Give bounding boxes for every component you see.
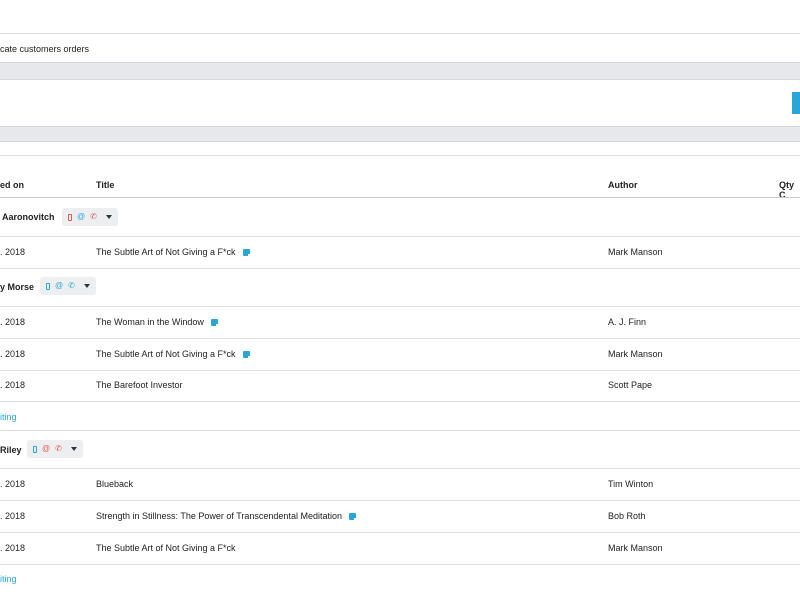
table-row-date: . 2018 bbox=[0, 317, 26, 327]
table-row-date: . 2018 bbox=[0, 511, 26, 521]
book-title[interactable]: The Subtle Art of Not Giving a F*ck bbox=[96, 543, 236, 553]
chevron-down-icon[interactable] bbox=[70, 447, 77, 451]
book-title[interactable]: The Subtle Art of Not Giving a F*ck bbox=[96, 349, 236, 359]
table-row-author: Mark Manson bbox=[608, 543, 663, 553]
row-divider bbox=[0, 468, 800, 469]
row-divider bbox=[0, 370, 800, 371]
column-header-author[interactable]: Author bbox=[608, 180, 638, 190]
page-subtitle: cate customers orders bbox=[0, 44, 90, 54]
section-band-2 bbox=[0, 126, 800, 142]
table-row-title[interactable]: Strength in Stillness: The Power of Tran… bbox=[96, 511, 356, 521]
table-row-author: A. J. Finn bbox=[608, 317, 647, 327]
column-header-title[interactable]: Title bbox=[96, 180, 114, 190]
row-divider bbox=[0, 532, 800, 533]
chevron-down-icon[interactable] bbox=[105, 215, 112, 219]
top-divider bbox=[0, 33, 800, 34]
mobile-icon[interactable] bbox=[68, 213, 72, 221]
column-header-ordered-on[interactable]: ed on bbox=[0, 180, 24, 190]
contact-menu-button[interactable]: @ ✆ bbox=[27, 440, 83, 458]
table-top-divider bbox=[0, 155, 800, 156]
mobile-icon[interactable] bbox=[33, 445, 37, 453]
edit-link[interactable]: iting bbox=[0, 412, 17, 422]
book-title[interactable]: Blueback bbox=[96, 479, 133, 489]
table-row-author: Mark Manson bbox=[608, 349, 663, 359]
customer-name: y Morse bbox=[0, 282, 35, 292]
edit-link[interactable]: iting bbox=[0, 574, 17, 584]
table-row-date: . 2018 bbox=[0, 479, 26, 489]
table-row-title[interactable]: Blueback bbox=[96, 479, 133, 489]
email-icon[interactable]: @ bbox=[77, 213, 85, 221]
table-row-title[interactable]: The Subtle Art of Not Giving a F*ck bbox=[96, 247, 250, 257]
note-icon[interactable] bbox=[348, 513, 356, 520]
note-icon[interactable] bbox=[242, 351, 250, 358]
customer-name: Riley bbox=[0, 445, 22, 455]
contact-menu-button[interactable]: @ ✆ bbox=[62, 208, 118, 226]
row-divider bbox=[0, 236, 800, 237]
book-title[interactable]: The Subtle Art of Not Giving a F*ck bbox=[96, 247, 236, 257]
phone-icon[interactable]: ✆ bbox=[90, 213, 97, 221]
table-row-title[interactable]: The Subtle Art of Not Giving a F*ck bbox=[96, 349, 250, 359]
email-icon[interactable]: @ bbox=[55, 282, 63, 290]
header-divider bbox=[0, 197, 800, 198]
primary-action-button[interactable] bbox=[792, 92, 800, 114]
note-icon[interactable] bbox=[210, 319, 218, 326]
row-divider bbox=[0, 306, 800, 307]
table-row-title[interactable]: The Woman in the Window bbox=[96, 317, 218, 327]
email-icon[interactable]: @ bbox=[42, 445, 50, 453]
phone-icon[interactable]: ✆ bbox=[55, 445, 62, 453]
table-row-author: Scott Pape bbox=[608, 380, 653, 390]
row-divider bbox=[0, 430, 800, 431]
row-divider bbox=[0, 338, 800, 339]
mobile-icon[interactable] bbox=[46, 282, 50, 290]
book-title[interactable]: The Barefoot Investor bbox=[96, 380, 183, 390]
table-row-date: . 2018 bbox=[0, 543, 26, 553]
row-divider bbox=[0, 500, 800, 501]
table-row-date: . 2018 bbox=[0, 349, 26, 359]
table-row-date: . 2018 bbox=[0, 247, 26, 257]
note-icon[interactable] bbox=[242, 249, 250, 256]
phone-icon[interactable]: ✆ bbox=[68, 282, 75, 290]
book-title[interactable]: The Woman in the Window bbox=[96, 317, 204, 327]
table-row-date: . 2018 bbox=[0, 380, 26, 390]
table-row-author: Mark Manson bbox=[608, 247, 663, 257]
section-band-1 bbox=[0, 62, 800, 80]
table-row-author: Tim Winton bbox=[608, 479, 654, 489]
chevron-down-icon[interactable] bbox=[83, 284, 90, 288]
row-divider bbox=[0, 564, 800, 565]
row-divider bbox=[0, 401, 800, 402]
row-divider bbox=[0, 268, 800, 269]
table-row-title[interactable]: The Barefoot Investor bbox=[96, 380, 183, 390]
table-row-author: Bob Roth bbox=[608, 511, 646, 521]
table-row-title[interactable]: The Subtle Art of Not Giving a F*ck bbox=[96, 543, 236, 553]
book-title[interactable]: Strength in Stillness: The Power of Tran… bbox=[96, 511, 342, 521]
customer-name: Aaronovitch bbox=[2, 212, 55, 222]
contact-menu-button[interactable]: @ ✆ bbox=[40, 277, 96, 295]
